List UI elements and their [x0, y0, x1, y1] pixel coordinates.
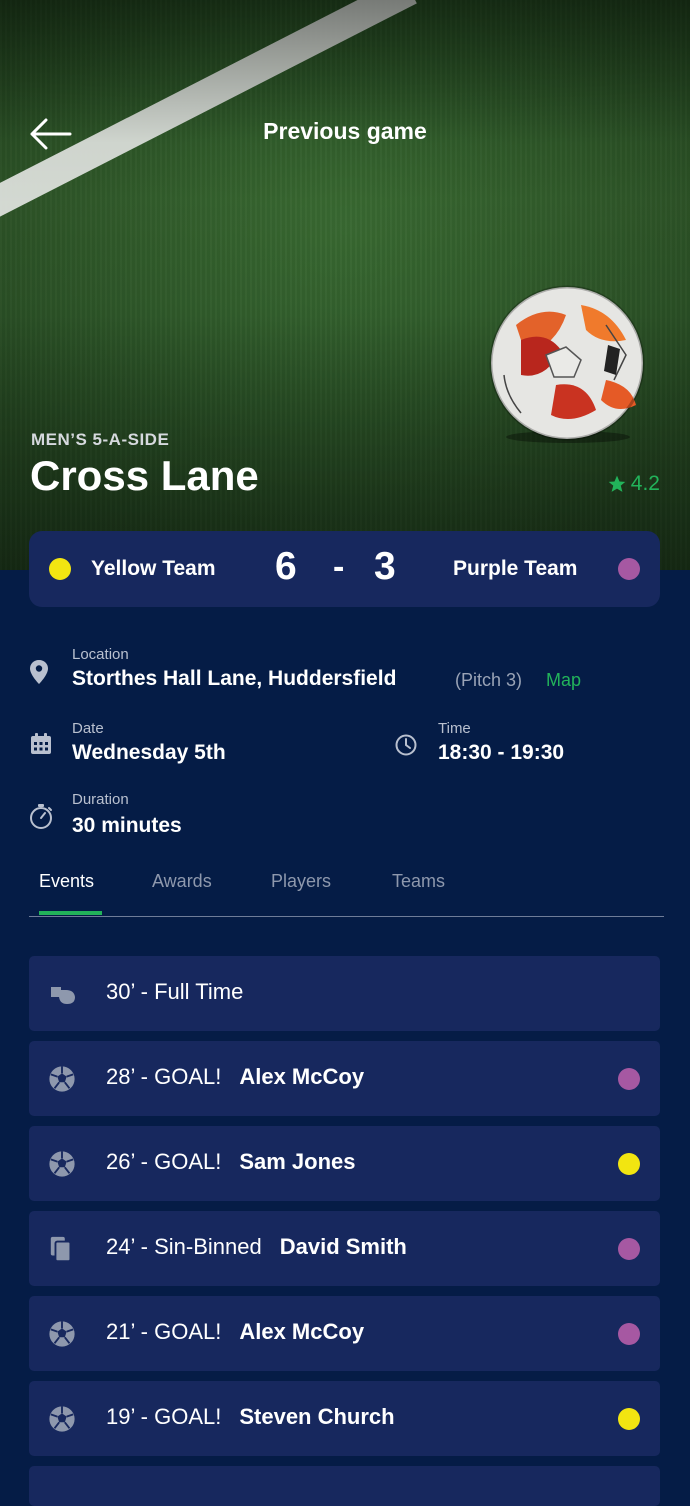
event-player: David Smith: [279, 1234, 407, 1259]
event-description: 30’ - Full Time: [106, 979, 244, 1004]
football-image: [489, 285, 645, 443]
event-row[interactable]: 24’ - Sin-Binned David Smith: [29, 1211, 660, 1286]
event-player: Steven Church: [239, 1404, 395, 1429]
football-icon: [48, 1405, 78, 1433]
event-player: Sam Jones: [239, 1149, 356, 1174]
tab-teams[interactable]: Teams: [392, 871, 445, 892]
event-row[interactable]: 19’ - GOAL! Steven Church: [29, 1381, 660, 1456]
rating-value: 4.2: [630, 472, 660, 495]
map-link[interactable]: Map: [546, 670, 581, 691]
football-icon: [48, 1150, 78, 1178]
event-row[interactable]: 28’ - GOAL! Alex McCoy: [29, 1041, 660, 1116]
score-separator: -: [333, 548, 345, 586]
event-player: Alex McCoy: [239, 1319, 365, 1344]
star-icon: [608, 475, 626, 492]
event-row[interactable]: 30’ - Full Time: [29, 956, 660, 1031]
rating-badge: 4.2: [607, 472, 660, 496]
event-description: 19’ - GOAL!: [106, 1404, 222, 1429]
football-icon: [48, 1320, 78, 1348]
event-description: 28’ - GOAL!: [106, 1064, 222, 1089]
tab-events[interactable]: Events: [39, 871, 94, 892]
event-row[interactable]: 26’ - GOAL! Sam Jones: [29, 1126, 660, 1201]
home-team-color-dot: [49, 558, 71, 580]
away-team-name: Purple Team: [453, 557, 578, 580]
list-item-partial[interactable]: [29, 1466, 660, 1506]
location-pin-icon: [30, 660, 48, 684]
clock-icon: [395, 734, 417, 756]
away-team-color-dot: [618, 558, 640, 580]
team-color-dot: [618, 1408, 640, 1430]
home-team-name: Yellow Team: [91, 557, 216, 580]
event-text: 26’ - GOAL! Sam Jones: [106, 1149, 356, 1175]
team-color-dot: [618, 1068, 640, 1090]
team-color-dot: [618, 1153, 640, 1175]
active-tab-indicator: [39, 911, 102, 915]
event-text: 28’ - GOAL! Alex McCoy: [106, 1064, 364, 1090]
stopwatch-icon: [30, 804, 52, 829]
away-score: 3: [374, 545, 396, 588]
event-description: 24’ - Sin-Binned: [106, 1234, 262, 1259]
tab-awards[interactable]: Awards: [152, 871, 212, 892]
event-row[interactable]: 21’ - GOAL! Alex McCoy: [29, 1296, 660, 1371]
event-text: 30’ - Full Time: [106, 979, 243, 1005]
event-description: 26’ - GOAL!: [106, 1149, 222, 1174]
card-icon: [48, 1235, 78, 1263]
duration-label: Duration: [72, 791, 129, 808]
event-description: 21’ - GOAL!: [106, 1319, 222, 1344]
whistle-icon: [48, 980, 78, 1008]
time-label: Time: [438, 720, 471, 737]
time-value: 18:30 - 19:30: [438, 741, 565, 764]
tab-players[interactable]: Players: [271, 871, 331, 892]
date-value: Wednesday 5th: [72, 741, 226, 764]
location-value: Storthes Hall Lane, Huddersfield: [72, 667, 397, 690]
date-label: Date: [72, 720, 104, 737]
game-category: MEN’S 5-A-SIDE: [31, 430, 170, 449]
venue-name: Cross Lane: [30, 452, 259, 499]
tab-bar: Events Awards Players Teams: [29, 866, 664, 917]
football-icon: [48, 1065, 78, 1093]
pitch-number: (Pitch 3): [455, 670, 523, 690]
team-color-dot: [618, 1238, 640, 1260]
location-label: Location: [72, 646, 129, 663]
event-text: 24’ - Sin-Binned David Smith: [106, 1234, 407, 1260]
duration-value: 30 minutes: [72, 814, 182, 837]
page-title: Previous game: [263, 118, 427, 144]
event-player: Alex McCoy: [239, 1064, 365, 1089]
scorecard: Yellow Team 6 - 3 Purple Team: [29, 531, 660, 607]
team-color-dot: [618, 1323, 640, 1345]
calendar-icon: [31, 733, 51, 754]
event-text: 21’ - GOAL! Alex McCoy: [106, 1319, 364, 1345]
event-text: 19’ - GOAL! Steven Church: [106, 1404, 395, 1430]
home-score: 6: [275, 545, 297, 588]
